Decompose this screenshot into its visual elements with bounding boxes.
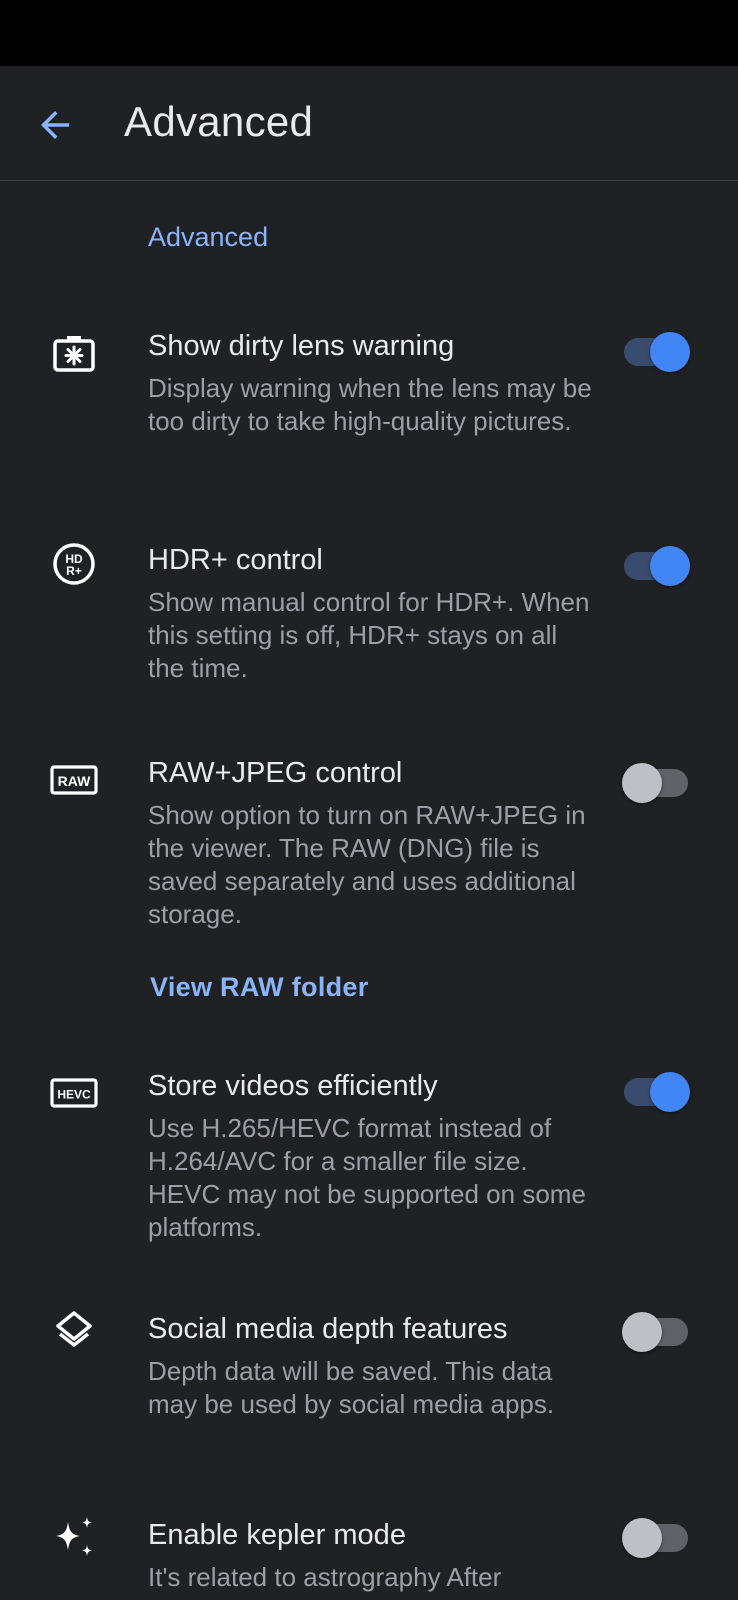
kepler-mode-toggle[interactable] — [622, 1518, 688, 1558]
sparkles-icon — [56, 1517, 92, 1556]
view-raw-folder-link[interactable]: View RAW folder — [150, 972, 369, 1003]
setting-title: Social media depth features — [148, 1313, 508, 1345]
dirty-lens-icon — [53, 336, 95, 372]
svg-text:RAW: RAW — [58, 773, 91, 789]
dirty-lens-toggle[interactable] — [624, 332, 690, 372]
setting-summary: Depth data will be saved. This data may … — [148, 1356, 555, 1419]
app-bar: Advanced — [0, 66, 738, 180]
setting-title: Store videos efficiently — [148, 1070, 438, 1102]
raw-icon: RAW — [50, 765, 98, 795]
hdr-plus-icon: HD R+ — [53, 543, 95, 585]
section-header: Advanced — [148, 222, 269, 252]
setting-summary: Use H.265/HEVC format instead of H.264/A… — [148, 1113, 586, 1242]
toggle-thumb — [622, 1312, 662, 1352]
status-bar — [0, 0, 738, 66]
social-depth-toggle[interactable] — [622, 1312, 688, 1352]
toggle-thumb — [622, 763, 662, 803]
setting-title: HDR+ control — [148, 544, 323, 576]
setting-summary: Show option to turn on RAW+JPEG in the v… — [148, 800, 586, 929]
setting-summary: Show manual control for HDR+. When this … — [148, 587, 590, 683]
store-videos-toggle[interactable] — [624, 1072, 690, 1112]
setting-title: Show dirty lens warning — [148, 330, 455, 362]
app-bar-divider — [0, 180, 738, 181]
toggle-thumb — [622, 1518, 662, 1558]
svg-text:HEVC: HEVC — [57, 1088, 91, 1102]
hevc-icon: HEVC — [50, 1078, 98, 1108]
setting-summary: It's related to astrography After — [148, 1562, 502, 1592]
toggle-thumb — [650, 1072, 690, 1112]
setting-title: Enable kepler mode — [148, 1519, 406, 1551]
raw-jpeg-toggle[interactable] — [622, 763, 688, 803]
toggle-thumb — [650, 332, 690, 372]
toggle-thumb — [650, 546, 690, 586]
setting-summary: Display warning when the lens may be too… — [148, 373, 592, 436]
setting-title: RAW+JPEG control — [148, 757, 403, 789]
page-title: Advanced — [124, 98, 314, 145]
back-arrow-icon[interactable] — [34, 104, 76, 146]
hdr-plus-toggle[interactable] — [624, 546, 690, 586]
layers-icon — [56, 1311, 92, 1347]
svg-text:R+: R+ — [66, 564, 82, 578]
